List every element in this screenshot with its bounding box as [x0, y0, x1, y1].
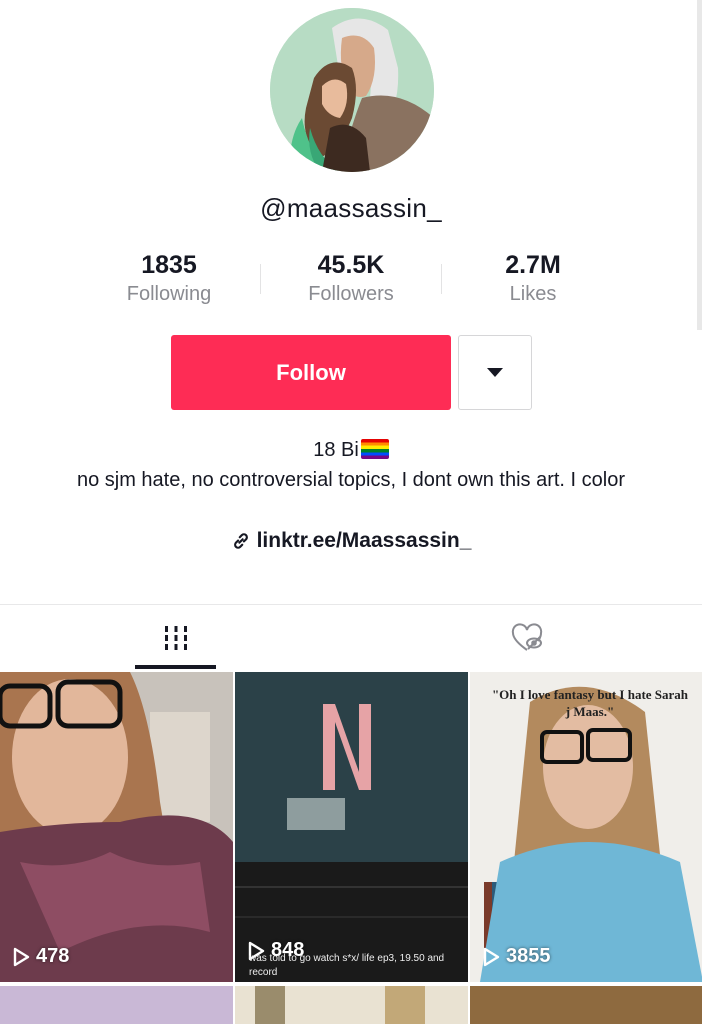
liked-hidden-icon	[511, 623, 542, 651]
view-count: 478	[12, 945, 69, 968]
video-caption: was told to go watch s*x/ life ep3, 19.5…	[249, 953, 445, 978]
tab-videos[interactable]	[0, 605, 351, 671]
stat-label: Likes	[509, 283, 557, 305]
video-grid: 478 848 was told to go watch s*x/ life e…	[0, 672, 702, 1024]
tab-liked[interactable]	[351, 605, 702, 671]
stat-divider	[441, 264, 442, 294]
stat-following[interactable]: 1835 Following	[79, 250, 259, 308]
view-count: 3855	[482, 945, 551, 968]
stat-value: 2.7M	[505, 251, 561, 279]
more-options-button[interactable]	[458, 335, 532, 410]
view-count-text: 478	[36, 945, 70, 967]
stat-divider	[260, 264, 261, 294]
avatar	[270, 8, 434, 172]
active-tab-indicator	[135, 665, 216, 669]
video-thumbnail[interactable]: 478	[0, 672, 233, 982]
dropdown-arrow-icon	[487, 368, 503, 377]
play-icon	[483, 947, 500, 966]
follow-button[interactable]: Follow	[171, 335, 451, 410]
stat-value: 1835	[141, 251, 197, 279]
bio-name-text: 18 Bi	[313, 439, 359, 461]
video-caption: "Oh I love fantasy but I hate Sarah j Ma…	[491, 687, 689, 719]
bio-text: no sjm hate, no controversial topics, I …	[76, 469, 626, 491]
rainbow-flag-icon	[360, 439, 389, 459]
bio-name: 18 Bi	[60, 436, 642, 465]
profile-stats: 1835 Following 45.5K Followers 2.7M Like…	[0, 250, 702, 310]
video-thumbnail[interactable]	[0, 986, 233, 1024]
video-thumbnail[interactable]: 848 was told to go watch s*x/ life ep3, …	[235, 672, 468, 982]
profile-link[interactable]: linktr.ee/Maassassin_	[0, 529, 702, 553]
play-icon	[13, 947, 30, 966]
video-thumbnail[interactable]: "Oh I love fantasy but I hate Sarah j Ma…	[470, 672, 702, 982]
link-icon	[233, 533, 248, 549]
video-thumbnail[interactable]	[470, 986, 702, 1024]
stat-label: Following	[126, 283, 212, 305]
view-count-text: 3855	[506, 945, 551, 967]
grid-icon	[164, 626, 187, 650]
stat-value: 45.5K	[317, 251, 385, 279]
link-text: linktr.ee/Maassassin_	[256, 529, 472, 552]
username: @maassassin_	[260, 193, 442, 223]
video-thumbnail[interactable]	[235, 986, 468, 1024]
stat-label: Followers	[308, 283, 394, 305]
stat-followers[interactable]: 45.5K Followers	[261, 250, 441, 308]
stat-likes: 2.7M Likes	[443, 250, 623, 308]
